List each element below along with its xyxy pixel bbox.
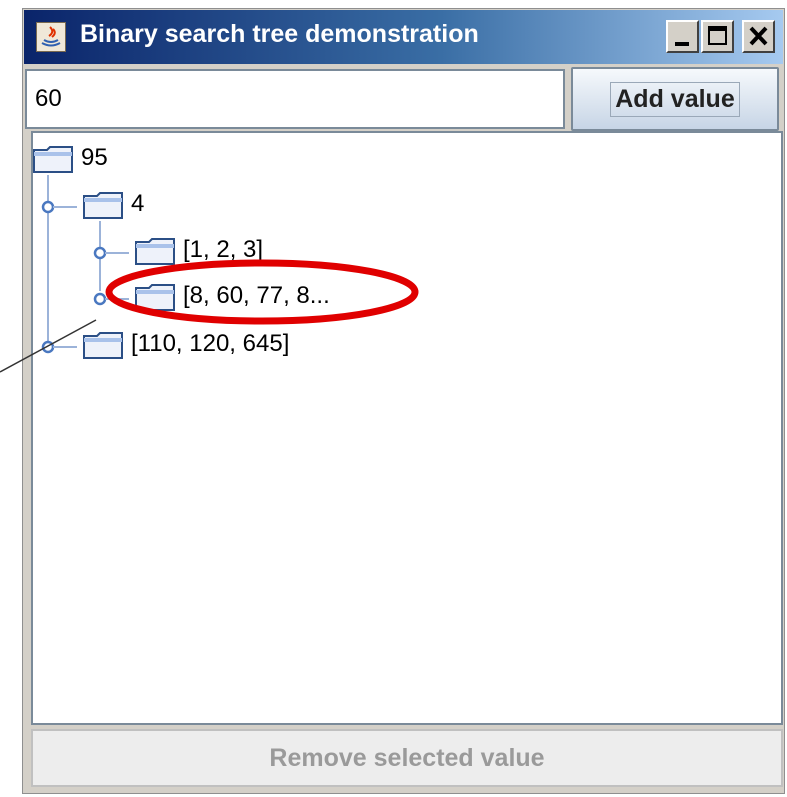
annotation-overlay bbox=[0, 259, 419, 373]
annotation-leader-line bbox=[0, 319, 97, 373]
annotation-ellipse bbox=[105, 259, 419, 325]
